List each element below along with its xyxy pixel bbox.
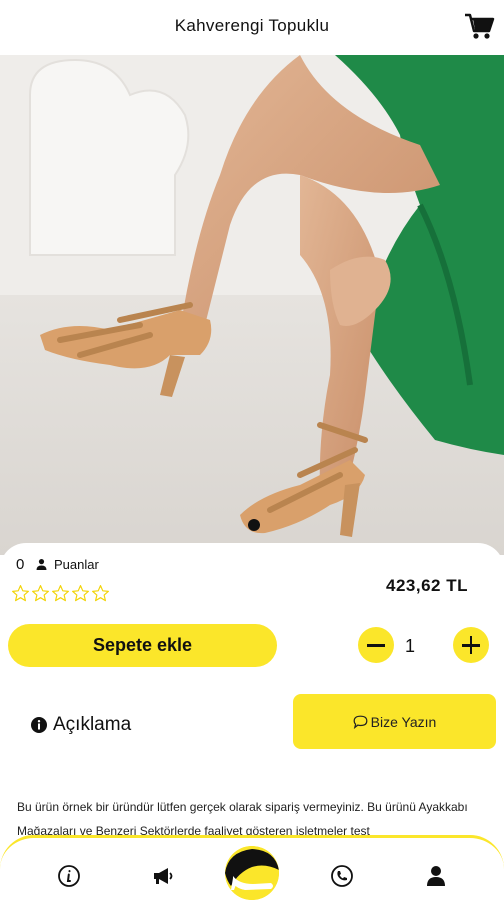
phone-icon — [331, 865, 353, 887]
user-icon — [427, 866, 445, 886]
product-price: 423,62 TL — [386, 576, 468, 595]
product-photo — [0, 55, 504, 555]
write-us-label: Bize Yazın — [370, 713, 437, 730]
product-image — [0, 55, 504, 555]
quantity-increase-button[interactable] — [453, 627, 489, 663]
rating-count: 0 — [16, 556, 25, 573]
nav-phone[interactable] — [329, 863, 355, 889]
star-rating[interactable] — [11, 584, 110, 603]
megaphone-icon — [154, 868, 173, 884]
chat-bubble-icon — [353, 715, 368, 729]
nav-announcements[interactable] — [150, 863, 176, 889]
star-icon[interactable] — [71, 584, 90, 603]
home-logo-icon — [225, 846, 279, 900]
star-icon[interactable] — [11, 584, 30, 603]
rating-label: Puanlar — [54, 557, 99, 572]
nav-profile[interactable] — [423, 863, 449, 889]
nav-info[interactable] — [56, 863, 82, 889]
star-icon[interactable] — [51, 584, 70, 603]
info-circle-icon — [58, 865, 80, 887]
write-us-button[interactable]: Bize Yazın — [293, 694, 496, 749]
info-icon — [31, 717, 47, 733]
tab-description-label: Açıklama — [53, 714, 132, 735]
star-icon[interactable] — [91, 584, 110, 603]
bottom-navigation — [0, 835, 504, 900]
page-title: Kahverengi Topuklu — [174, 16, 330, 35]
tab-description[interactable]: Açıklama — [31, 712, 131, 738]
app-header: Kahverengi Topuklu — [0, 0, 504, 55]
star-icon[interactable] — [31, 584, 50, 603]
user-small-icon — [36, 559, 47, 570]
nav-home[interactable] — [225, 846, 279, 900]
quantity-decrease-button[interactable] — [358, 627, 394, 663]
quantity-value: 1 — [405, 636, 416, 656]
add-to-cart-button[interactable]: Sepete ekle — [8, 624, 277, 667]
shopping-cart-icon[interactable] — [462, 8, 496, 42]
